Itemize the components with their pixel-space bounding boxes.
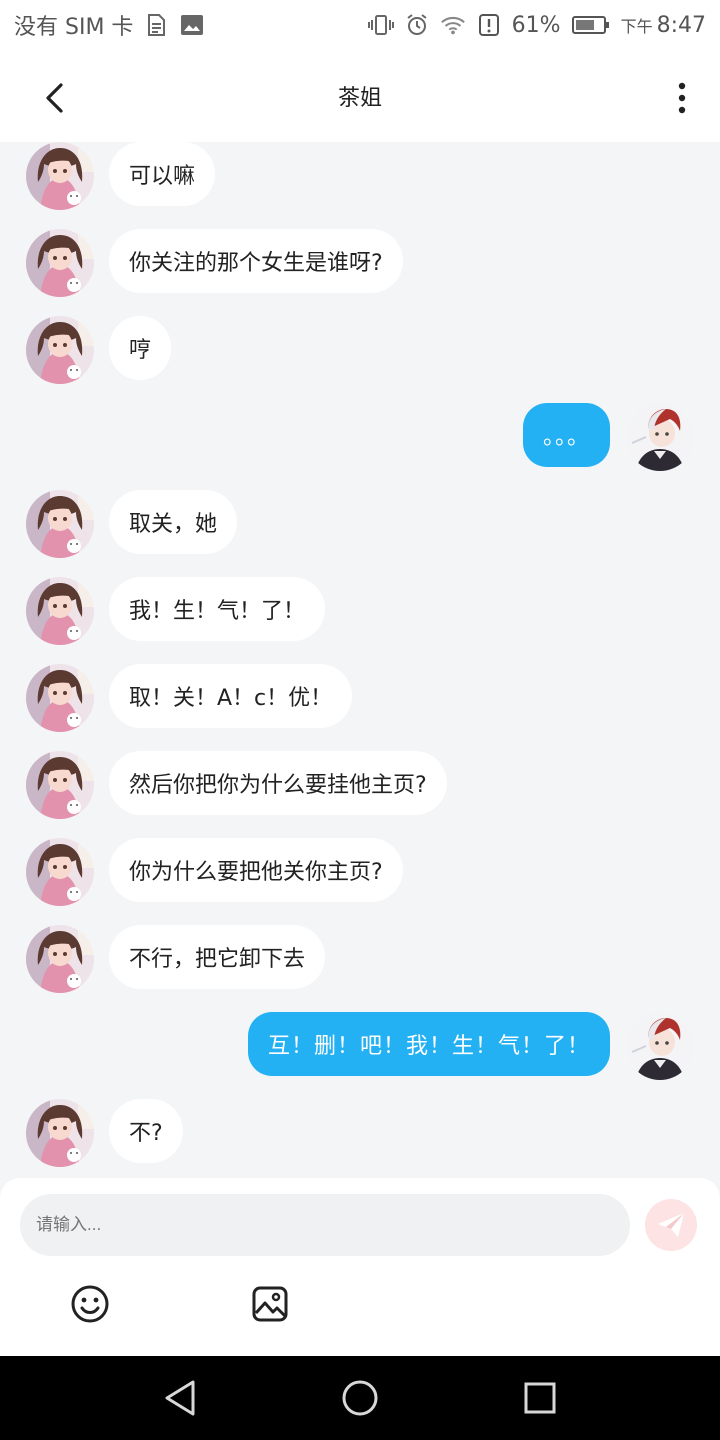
message-composer [0, 1178, 720, 1356]
message-bubble[interactable]: 你为什么要把他关你主页? [109, 838, 403, 902]
message-row: 哼 [0, 316, 720, 386]
alarm-icon [404, 12, 430, 38]
message-bubble[interactable]: 不? [109, 1099, 183, 1163]
message-row: 互！删！吧！我！生！气！了！ [0, 1012, 720, 1082]
message-row: 不行，把它卸下去 [0, 925, 720, 995]
contact-avatar[interactable] [26, 664, 94, 732]
status-left: 没有 SIM 卡 [14, 9, 205, 41]
message-bubble[interactable]: 可以嘛 [109, 142, 216, 206]
image-icon [252, 1286, 288, 1322]
battery-alert-icon [476, 12, 502, 38]
emoji-icon [71, 1285, 109, 1323]
more-icon [678, 82, 686, 114]
more-options-button[interactable] [670, 80, 694, 116]
back-icon [46, 83, 63, 113]
status-right: 61% 下午 8:47 [367, 12, 706, 38]
image-picker-button[interactable] [249, 1283, 291, 1325]
page-title: 茶姐 [337, 86, 382, 111]
message-row: 。。。 [0, 403, 720, 473]
back-button[interactable] [36, 80, 72, 116]
message-row: 然后你把你为什么要挂他主页? [0, 751, 720, 821]
clock: 8:47 [656, 12, 706, 38]
contact-avatar[interactable] [26, 316, 94, 384]
nav-home-button[interactable] [340, 1378, 380, 1418]
contact-avatar[interactable] [26, 925, 94, 993]
message-row: 不? [0, 1099, 720, 1169]
battery-percent: 61% [511, 12, 561, 38]
message-bubble[interactable]: 然后你把你为什么要挂他主页? [109, 751, 447, 815]
message-row: 我！生！气！了！ [0, 577, 720, 647]
message-row: 取！关！A！c！优！ [0, 664, 720, 734]
system-navigation-bar [0, 1356, 720, 1440]
time-prefix: 下午 [620, 17, 653, 36]
message-bubble[interactable]: 哼 [109, 316, 172, 380]
message-row: 你关注的那个女生是谁呀? [0, 229, 720, 299]
message-bubble[interactable]: 。。。 [522, 403, 610, 467]
send-button[interactable] [645, 1199, 697, 1251]
my-avatar[interactable] [626, 1012, 694, 1080]
contact-avatar[interactable] [26, 229, 94, 297]
contact-avatar[interactable] [26, 838, 94, 906]
message-bubble[interactable]: 互！删！吧！我！生！气！了！ [247, 1012, 610, 1076]
message-input[interactable] [20, 1194, 630, 1256]
message-bubble[interactable]: 取！关！A！c！优！ [109, 664, 353, 728]
contact-avatar[interactable] [26, 1099, 94, 1167]
carrier-text: 没有 SIM 卡 [14, 15, 134, 40]
status-bar: 没有 SIM 卡 61% 下午 8:47 [0, 0, 720, 50]
message-bubble[interactable]: 我！生！气！了！ [109, 577, 326, 641]
nav-back-button[interactable] [160, 1378, 200, 1418]
image-notification-icon [179, 12, 205, 38]
contact-avatar[interactable] [26, 751, 94, 819]
message-bubble[interactable]: 你关注的那个女生是谁呀? [109, 229, 403, 293]
document-icon [143, 12, 169, 38]
wifi-icon [440, 12, 466, 38]
message-row: 你为什么要把他关你主页? [0, 838, 720, 908]
send-icon [658, 1213, 684, 1237]
battery-icon [571, 12, 611, 38]
message-bubble[interactable]: 取关，她 [109, 490, 238, 554]
message-row: 可以嘛 [0, 142, 720, 212]
emoji-button[interactable] [69, 1283, 111, 1325]
contact-avatar[interactable] [26, 490, 94, 558]
nav-recents-button[interactable] [520, 1378, 560, 1418]
nav-back-icon [165, 1380, 195, 1416]
message-bubble[interactable]: 不行，把它卸下去 [109, 925, 326, 989]
vibrate-icon [367, 12, 394, 38]
contact-avatar[interactable] [26, 577, 94, 645]
nav-home-icon [342, 1380, 378, 1416]
my-avatar[interactable] [626, 403, 694, 471]
contact-avatar[interactable] [26, 142, 94, 210]
message-list[interactable]: 可以嘛 你关注的那个女生是谁呀? 哼 。。。 取关，她 我！生！气！了！ 取！关… [0, 142, 720, 1178]
nav-recents-icon [524, 1382, 556, 1414]
chat-header: 茶姐 [0, 50, 720, 142]
message-row: 取关，她 [0, 490, 720, 560]
